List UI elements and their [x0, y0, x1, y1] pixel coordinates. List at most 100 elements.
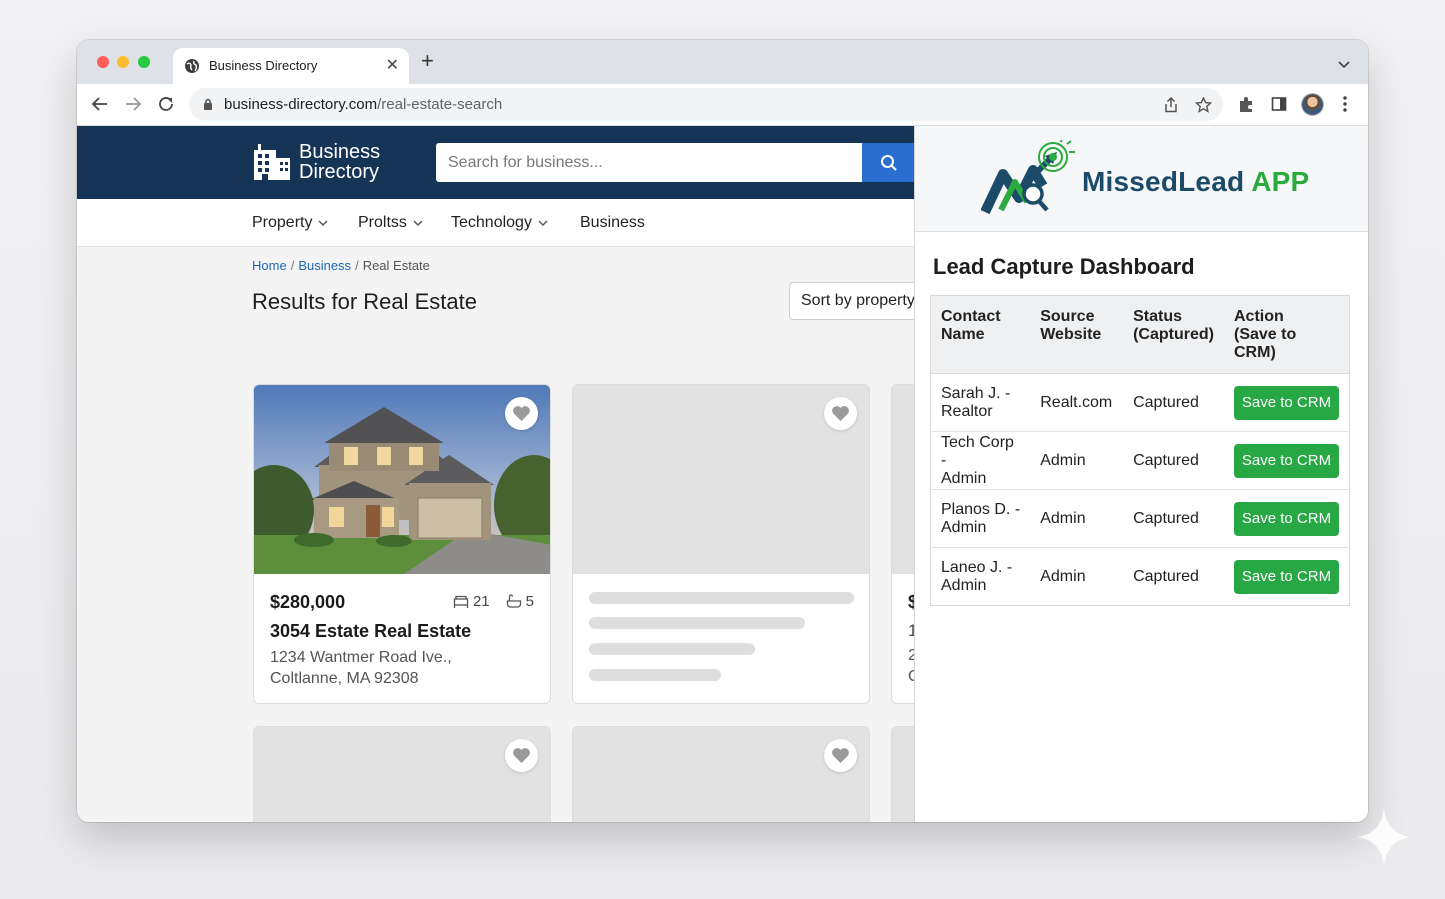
save-to-crm-button[interactable]: Save to CRM: [1234, 501, 1339, 536]
image-placeholder: [254, 727, 550, 822]
url-text: business-directory.com/real-estate-searc…: [224, 96, 502, 113]
favorite-button[interactable]: [824, 739, 857, 772]
browser-toolbar: business-directory.com/real-estate-searc…: [77, 84, 1368, 126]
forward-arrow-icon[interactable]: [124, 95, 142, 118]
brand-line-1: Business: [299, 141, 381, 163]
listing-card[interactable]: $280,000 21 5 3054 Estate Real Estate 12…: [253, 384, 551, 704]
listing-card-placeholder: [253, 726, 551, 822]
address-bar[interactable]: business-directory.com/real-estate-searc…: [189, 88, 1223, 121]
nav-item-property[interactable]: Property: [252, 214, 328, 232]
save-to-crm-button[interactable]: Save to CRM: [1234, 559, 1339, 594]
listing-price: $280,000: [270, 592, 346, 612]
breadcrumb: Home / Business / Real Estate: [252, 258, 430, 273]
nav-label: Technology: [451, 214, 532, 231]
status-cell: Captured: [1123, 547, 1224, 606]
favorite-button[interactable]: [505, 739, 538, 772]
listing-title[interactable]: 3054 Estate Real Estate: [270, 621, 471, 642]
contact-name-line: Admin: [941, 469, 987, 487]
heart-icon: [513, 748, 530, 763]
back-arrow-icon[interactable]: [91, 95, 109, 118]
contact-name-line: Sarah J. -: [941, 384, 1011, 402]
status-cell: Captured: [1123, 373, 1224, 432]
column-header: Source Website: [1030, 295, 1124, 374]
chevron-down-icon: [413, 220, 423, 226]
source-cell: Realt.com: [1030, 373, 1124, 432]
column-header: Contact Name: [930, 295, 1031, 374]
listing-address: 1234 Wantmer Road Ive., Coltlanne, MA 92…: [270, 647, 452, 689]
skeleton-line: [589, 592, 854, 604]
skeleton-line: [589, 617, 805, 629]
results-title: Results for Real Estate: [252, 289, 477, 314]
column-header: Status (Captured): [1123, 295, 1224, 374]
web-page: Business Directory Property Proltss Tech…: [77, 126, 1368, 822]
column-header-line: Action: [1234, 308, 1284, 325]
breadcrumb-business-link[interactable]: Business: [298, 258, 351, 273]
source-cell: Admin: [1030, 547, 1124, 606]
search-icon: [881, 155, 897, 171]
contact-name-line: Tech Corp -: [941, 433, 1014, 469]
table-row: Laneo J. - Admin Admin Captured Save to C…: [930, 547, 1350, 606]
sort-select[interactable]: Sort by property: [789, 282, 929, 320]
listing-card-placeholder: [572, 384, 870, 704]
tab-strip: Business Directory ✕ +: [77, 40, 1368, 84]
column-header-line: (Save to CRM): [1234, 326, 1297, 361]
site-brand[interactable]: Business Directory: [299, 142, 380, 182]
status-cell: Captured: [1123, 431, 1224, 490]
favorite-button[interactable]: [505, 397, 538, 430]
favorite-button[interactable]: [824, 397, 857, 430]
column-header-line: Source: [1040, 308, 1095, 325]
search-button[interactable]: [862, 143, 916, 182]
address-line-2: Coltlanne, MA 92308: [270, 670, 419, 687]
minimize-window-button[interactable]: [117, 56, 129, 68]
nav-label: Property: [252, 214, 313, 231]
nav-item-technology[interactable]: Technology: [451, 214, 548, 232]
close-tab-icon[interactable]: ✕: [386, 55, 399, 75]
table-row: Sarah J. - Realtor Realt.com Captured Sav…: [930, 373, 1350, 432]
column-header-line: (Captured): [1133, 326, 1214, 343]
share-icon[interactable]: [1164, 96, 1178, 118]
listing-amenities: 21 5: [453, 593, 534, 610]
heart-icon: [513, 406, 530, 421]
missedlead-logo-icon: [980, 137, 1079, 221]
new-tab-button[interactable]: +: [421, 50, 434, 72]
bookmark-star-icon[interactable]: [1194, 96, 1213, 118]
url-path: /real-estate-search: [377, 96, 503, 113]
column-header-line: Website: [1040, 326, 1102, 343]
reload-icon[interactable]: [157, 95, 175, 118]
contact-name-line: Planos D. -: [941, 500, 1021, 518]
business-search-input[interactable]: [436, 143, 863, 182]
extensions-puzzle-icon[interactable]: [1238, 96, 1255, 118]
browser-tab[interactable]: Business Directory ✕: [173, 48, 409, 84]
image-placeholder: [573, 727, 869, 822]
skeleton-line: [589, 669, 721, 681]
breadcrumb-home-link[interactable]: Home: [252, 258, 287, 273]
dashboard-title: Lead Capture Dashboard: [933, 254, 1195, 279]
contact-name-line: Realtor: [941, 402, 993, 420]
column-header-line: Name: [941, 326, 985, 343]
more-vertical-icon[interactable]: [1343, 96, 1347, 117]
column-header-line: Status: [1133, 308, 1182, 325]
save-to-crm-button[interactable]: Save to CRM: [1234, 443, 1339, 478]
tab-search-chevron-icon[interactable]: [1338, 56, 1350, 74]
browser-window: Business Directory ✕ + business-director…: [77, 40, 1368, 822]
save-to-crm-button[interactable]: Save to CRM: [1234, 385, 1339, 420]
heart-icon: [832, 406, 849, 421]
bath-icon: [506, 594, 521, 608]
nav-item-proltss[interactable]: Proltss: [358, 214, 423, 232]
close-window-button[interactable]: [97, 56, 109, 68]
nav-item-business[interactable]: Business: [580, 214, 645, 232]
missedlead-side-panel: MissedLead APP Lead Capture Dashboard Co…: [914, 126, 1368, 822]
chevron-down-icon: [318, 220, 328, 226]
brand-line-2: Directory: [299, 161, 380, 183]
lead-table: Contact Name Source Website Status (Capture…: [930, 295, 1350, 606]
chevron-down-icon: [538, 220, 548, 226]
maximize-window-button[interactable]: [138, 56, 150, 68]
profile-avatar[interactable]: [1301, 93, 1324, 116]
status-cell: Captured: [1123, 489, 1224, 548]
column-header-line: Contact: [941, 308, 1001, 325]
breadcrumb-current: Real Estate: [362, 258, 430, 273]
column-header: Action (Save to CRM): [1224, 295, 1350, 374]
side-panel-icon[interactable]: [1271, 96, 1287, 117]
lock-icon[interactable]: [203, 98, 213, 116]
building-logo-icon[interactable]: [252, 142, 292, 187]
